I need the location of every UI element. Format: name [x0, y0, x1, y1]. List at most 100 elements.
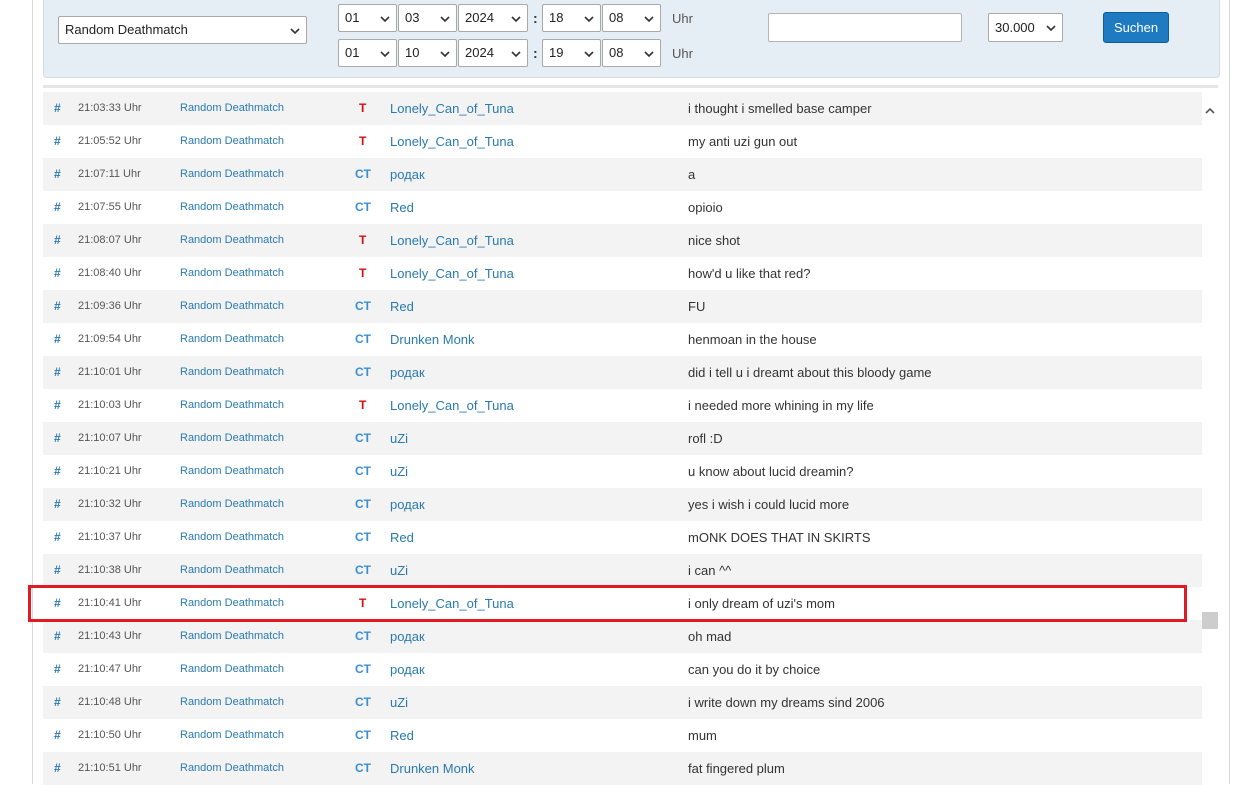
row-map-link[interactable]: Random Deathmatch	[180, 488, 284, 521]
row-anchor-link[interactable]: #	[54, 752, 61, 785]
row-map-link[interactable]: Random Deathmatch	[180, 554, 284, 587]
row-player-link[interactable]: Red	[390, 521, 414, 554]
row-map-link[interactable]: Random Deathmatch	[180, 191, 284, 224]
search-button[interactable]: Suchen	[1103, 12, 1169, 43]
chevron-down-icon	[584, 5, 594, 34]
row-time: 21:09:54 Uhr	[78, 333, 142, 345]
row-player-link[interactable]: Red	[390, 290, 414, 323]
row-map-link[interactable]: Random Deathmatch	[180, 422, 284, 455]
row-message: nice shot	[688, 233, 741, 248]
row-map-link[interactable]: Random Deathmatch	[180, 356, 284, 389]
row-anchor-link[interactable]: #	[54, 290, 61, 323]
row-player-link[interactable]: Lonely_Can_of_Tuna	[390, 257, 514, 290]
row-message: u know about lucid dreamin?	[688, 464, 854, 479]
row-anchor-link[interactable]: #	[54, 191, 61, 224]
row-anchor-link[interactable]: #	[54, 488, 61, 521]
row-player-link[interactable]: родак	[390, 158, 425, 191]
limit-select[interactable]: 30.000	[988, 13, 1063, 42]
chevron-down-icon	[511, 40, 521, 69]
chevron-down-icon	[290, 17, 300, 46]
scrollbar[interactable]	[1202, 100, 1218, 784]
row-player-link[interactable]: Red	[390, 719, 414, 752]
from-hour-select[interactable]: 18	[542, 4, 601, 32]
to-day-select[interactable]: 01	[338, 39, 397, 67]
to-minute-select[interactable]: 08	[602, 39, 661, 67]
row-time: 21:10:43 Uhr	[78, 630, 142, 642]
from-year-select[interactable]: 2024	[458, 4, 528, 32]
row-anchor-link[interactable]: #	[54, 686, 61, 719]
chevron-down-icon	[644, 40, 654, 69]
row-player-link[interactable]: родак	[390, 653, 425, 686]
row-anchor-link[interactable]: #	[54, 422, 61, 455]
row-map-link[interactable]: Random Deathmatch	[180, 290, 284, 323]
row-anchor-link[interactable]: #	[54, 653, 61, 686]
chevron-down-icon	[440, 5, 450, 34]
row-time: 21:10:21 Uhr	[78, 465, 142, 477]
row-player-link[interactable]: uZi	[390, 422, 408, 455]
server-select[interactable]: Random Deathmatch	[58, 16, 307, 44]
to-year-select[interactable]: 2024	[458, 39, 528, 67]
row-anchor-link[interactable]: #	[54, 158, 61, 191]
row-player-link[interactable]: Drunken Monk	[390, 323, 475, 356]
row-time: 21:10:07 Uhr	[78, 432, 142, 444]
row-map-link[interactable]: Random Deathmatch	[180, 620, 284, 653]
row-anchor-link[interactable]: #	[54, 323, 61, 356]
row-anchor-link[interactable]: #	[54, 257, 61, 290]
row-anchor-link[interactable]: #	[54, 455, 61, 488]
to-minute-value: 08	[609, 45, 624, 60]
row-map-link[interactable]: Random Deathmatch	[180, 389, 284, 422]
row-anchor-link[interactable]: #	[54, 224, 61, 257]
row-player-link[interactable]: uZi	[390, 455, 408, 488]
row-map-link[interactable]: Random Deathmatch	[180, 224, 284, 257]
row-player-link[interactable]: uZi	[390, 686, 408, 719]
row-map-link[interactable]: Random Deathmatch	[180, 158, 284, 191]
row-anchor-link[interactable]: #	[54, 521, 61, 554]
row-map-link[interactable]: Random Deathmatch	[180, 92, 284, 125]
search-input[interactable]	[768, 13, 962, 42]
row-player-link[interactable]: Lonely_Can_of_Tuna	[390, 92, 514, 125]
row-player-link[interactable]: Lonely_Can_of_Tuna	[390, 224, 514, 257]
row-map-link[interactable]: Random Deathmatch	[180, 257, 284, 290]
table-row: #21:10:43 Uhr Random Deathmatch CT родак oh …	[43, 620, 1202, 653]
scroll-up-icon[interactable]	[1202, 102, 1218, 120]
row-anchor-link[interactable]: #	[54, 92, 61, 125]
row-map-link[interactable]: Random Deathmatch	[180, 455, 284, 488]
row-anchor-link[interactable]: #	[54, 620, 61, 653]
row-player-link[interactable]: uZi	[390, 554, 408, 587]
row-anchor-link[interactable]: #	[54, 356, 61, 389]
row-map-link[interactable]: Random Deathmatch	[180, 719, 284, 752]
row-map-link[interactable]: Random Deathmatch	[180, 323, 284, 356]
row-message: mum	[688, 728, 717, 743]
table-row: #21:05:52 Uhr Random Deathmatch T Lonely_Ca…	[43, 125, 1202, 158]
row-anchor-link[interactable]: #	[54, 389, 61, 422]
from-month-select[interactable]: 03	[398, 4, 457, 32]
row-player-link[interactable]: родак	[390, 488, 425, 521]
row-map-link[interactable]: Random Deathmatch	[180, 653, 284, 686]
row-map-link[interactable]: Random Deathmatch	[180, 521, 284, 554]
row-anchor-link[interactable]: #	[54, 125, 61, 158]
row-message: i needed more whining in my life	[688, 398, 874, 413]
to-day-value: 01	[345, 45, 360, 60]
row-player-link[interactable]: родак	[390, 356, 425, 389]
row-player-link[interactable]: Red	[390, 191, 414, 224]
row-player-link[interactable]: родак	[390, 620, 425, 653]
from-day-select[interactable]: 01	[338, 4, 397, 32]
to-hour-select[interactable]: 19	[542, 39, 601, 67]
table-row: #21:10:50 Uhr Random Deathmatch CT Red mum	[43, 719, 1202, 752]
row-message: opioio	[688, 200, 723, 215]
row-map-link[interactable]: Random Deathmatch	[180, 686, 284, 719]
scroll-thumb[interactable]	[1202, 612, 1218, 629]
row-player-link[interactable]: Lonely_Can_of_Tuna	[390, 125, 514, 158]
row-anchor-link[interactable]: #	[54, 719, 61, 752]
row-map-link[interactable]: Random Deathmatch	[180, 125, 284, 158]
row-team: T	[359, 266, 367, 280]
row-map-link[interactable]: Random Deathmatch	[180, 752, 284, 785]
row-anchor-link[interactable]: #	[54, 554, 61, 587]
row-player-link[interactable]: Drunken Monk	[390, 752, 475, 785]
to-month-select[interactable]: 10	[398, 39, 457, 67]
row-player-link[interactable]: Lonely_Can_of_Tuna	[390, 389, 514, 422]
to-year-value: 2024	[465, 45, 494, 60]
row-time: 21:10:03 Uhr	[78, 399, 142, 411]
row-team: CT	[355, 563, 371, 577]
from-minute-select[interactable]: 08	[602, 4, 661, 32]
